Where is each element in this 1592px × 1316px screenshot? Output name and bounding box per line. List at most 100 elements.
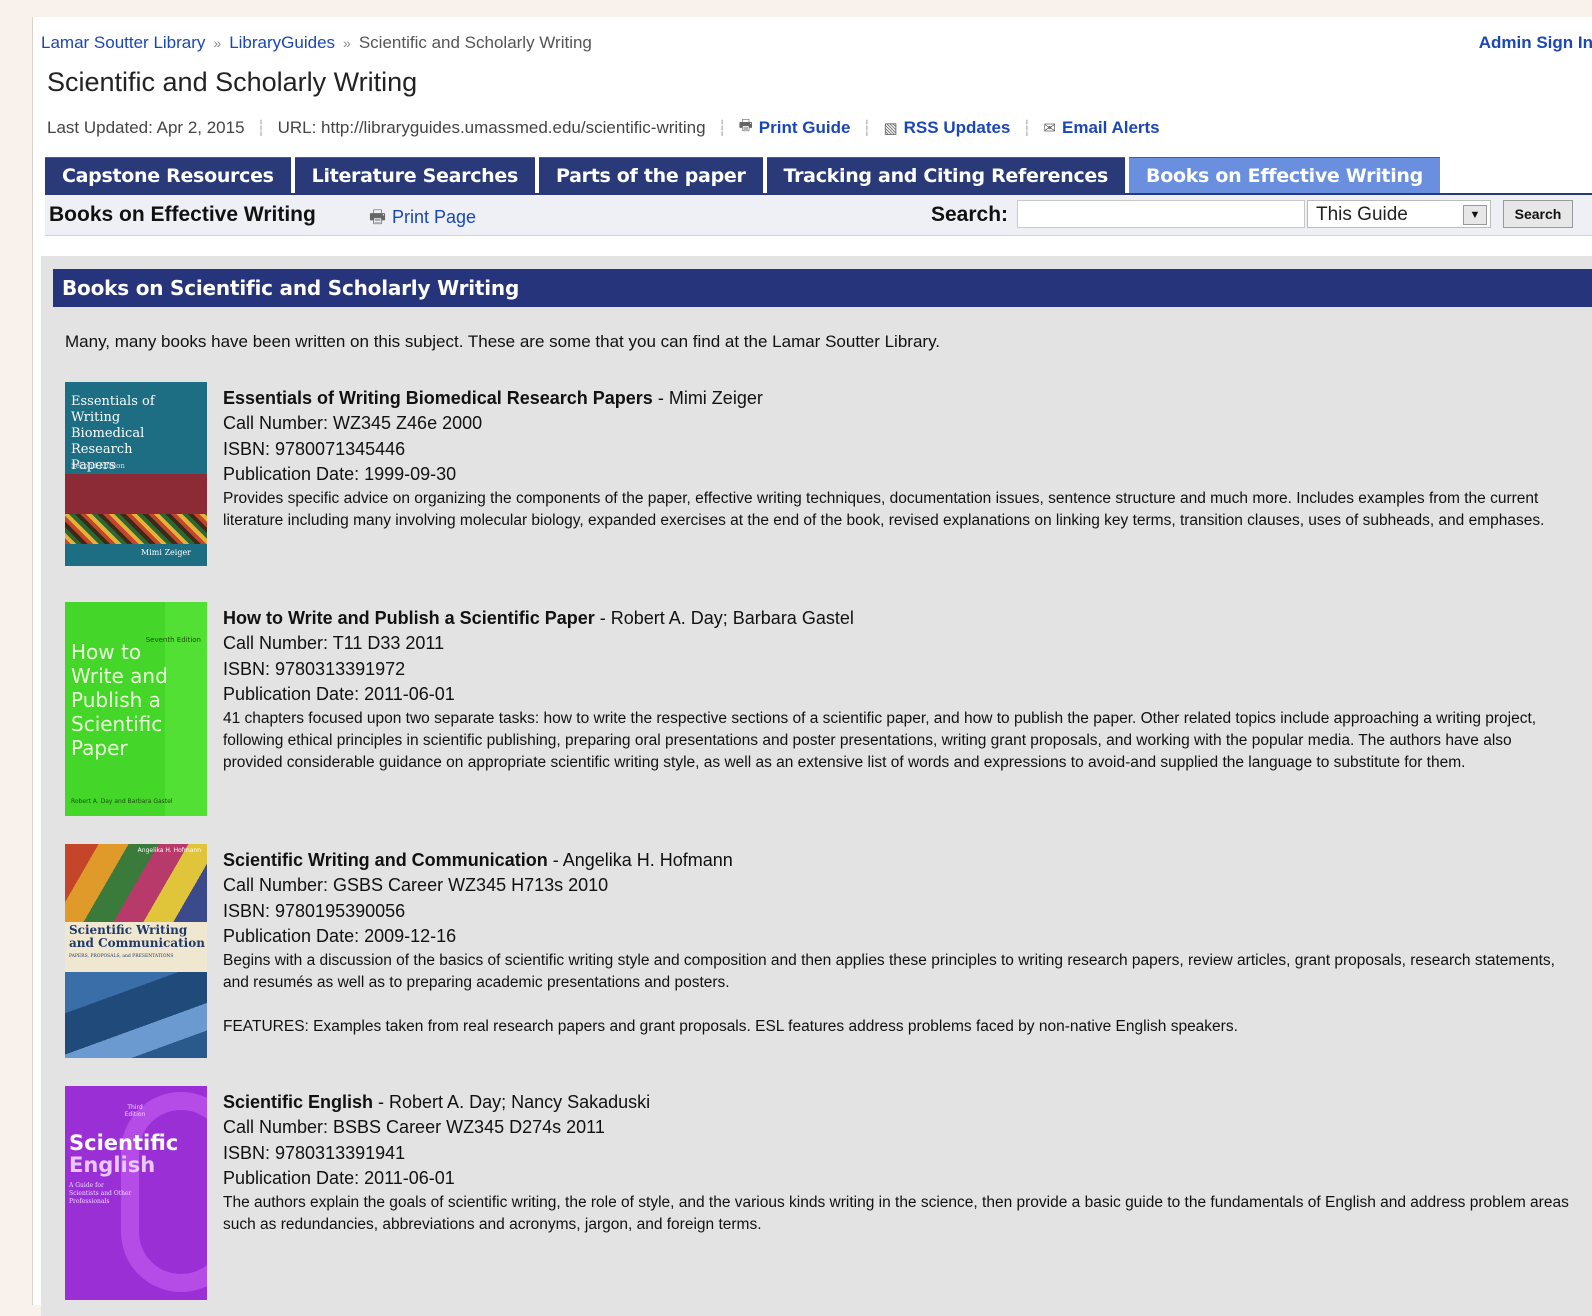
last-updated: Last Updated: Apr 2, 2015 [47,117,245,137]
search-scope-select[interactable]: This Guide ▼ [1307,200,1491,228]
tab-tracking-and-citing-references[interactable]: Tracking and Citing References [766,157,1126,194]
cover-title-line: English [69,1153,156,1177]
cover-title-line: Scientific [69,1131,179,1155]
book-title-line: Essentials of Writing Biomedical Researc… [223,386,1573,411]
book-item: Essentials of Writing Biomedical Researc… [65,382,1573,582]
book-description-paragraph: 41 chapters focused upon two separate ta… [223,709,1537,771]
guide-title: Scientific and Scholarly Writing [47,67,418,97]
cover-title-line: Scientific [71,712,163,736]
page-bar: Books on Effective Writing 🖶 Print Page S… [45,195,1592,236]
book-description-paragraph: Begins with a discussion of the basics o… [223,951,1555,991]
cover-title-line: Publish a [71,688,161,712]
book-isbn: ISBN: 9780313391941 [223,1142,406,1163]
cover-edition: Third Edition [124,1104,146,1118]
book-pub-date: Publication Date: 2011-06-01 [223,1168,455,1188]
book-author: - Mimi Zeiger [652,388,763,408]
tab-literature-searches[interactable]: Literature Searches [294,157,535,194]
content-box: Books on Scientific and Scholarly Writin… [41,256,1592,1316]
tab-parts-of-the-paper[interactable]: Parts of the paper [538,157,763,194]
cover-author: Angelika H. Hofmann [137,847,201,854]
book-pub-date: Publication Date: 2009-12-16 [223,926,457,946]
book-title-line: Scientific English - Robert A. Day; Nanc… [223,1090,1573,1115]
chevron-down-icon[interactable]: ▼ [1463,205,1487,225]
book-description: Provides specific advice on organizing t… [223,488,1573,532]
book-isbn: ISBN: 9780071345446 [223,438,406,459]
cover-subtitle: PAPERS, PROPOSALS, and PRESENTATIONS [69,954,174,959]
tab-books-on-effective-writing[interactable]: Books on Effective Writing [1129,157,1440,194]
divider: ┆ [862,119,872,137]
divider: ┆ [1022,119,1032,137]
print-page-label: Print Page [392,207,477,227]
print-guide-link[interactable]: Print Guide [759,118,851,138]
book-call-number: Call Number: GSBS Career WZ345 H713s 201… [223,875,609,895]
breadcrumb: Lamar Soutter Library » LibraryGuides » Scie… [41,33,592,53]
cover-title-line: Write and [71,664,168,688]
book-cover-image[interactable]: Seventh Edition How to Write and Publish… [65,602,207,816]
admin-sign-in-link[interactable]: Admin Sign In [1479,33,1592,53]
book-title-link[interactable]: Scientific Writing and Communication [223,850,548,870]
book-cover-image[interactable]: Essentials of Writing Biomedical Researc… [65,382,207,566]
cover-title-line: How to [71,640,142,664]
rss-icon: ▧ [883,119,898,137]
book-info: Essentials of Writing Biomedical Researc… [223,386,1573,554]
cover-title-line: Biomedical [71,426,145,441]
cover-title-line: Essentials of Writing [71,394,155,425]
page-title: Books on Effective Writing [49,203,316,226]
cover-edition: Second Edition [71,462,125,470]
box-header: Books on Scientific and Scholarly Writin… [53,269,1592,307]
cover-title-line: Paper [71,736,128,760]
book-description-paragraph: FEATURES: Examples taken from real resea… [223,1017,1238,1035]
search-input[interactable] [1017,200,1305,228]
breadcrumb-separator: » [343,35,351,51]
book-call-number: Call Number: BSBS Career WZ345 D274s 201… [223,1117,605,1137]
book-description-paragraph: The authors explain the goals of scienti… [223,1193,1569,1233]
guide-page: Lamar Soutter Library » LibraryGuides » Scie… [32,17,1592,1316]
book-info: Scientific Writing and Communication - A… [223,848,1573,1060]
book-author: - Angelika H. Hofmann [547,850,733,870]
book-cover-image[interactable]: Scientific Writing and Communication PAP… [65,844,207,1058]
book-isbn: ISBN: 9780195390056 [223,900,406,921]
book-call-number: Call Number: T11 D33 2011 [223,633,445,653]
printer-icon: 🖶 [738,117,753,134]
book-description: 41 chapters focused upon two separate ta… [223,708,1573,774]
email-alerts-link[interactable]: Email Alerts [1062,118,1160,138]
book-item: Scientific Writing and Communication PAP… [65,844,1573,1074]
email-icon: ✉ [1043,119,1056,137]
cover-subtitle: A Guide for Scientists and Other Profess… [69,1182,132,1205]
book-title-link[interactable]: Essentials of Writing Biomedical Researc… [223,388,653,408]
print-page-link[interactable]: 🖶 Print Page [369,205,476,235]
breadcrumb-library-link[interactable]: Lamar Soutter Library [41,33,205,52]
printer-icon: 🖶 [369,207,386,227]
rss-updates-link[interactable]: RSS Updates [904,118,1011,138]
book-title-link[interactable]: How to Write and Publish a Scientific Pa… [223,608,595,628]
book-info: How to Write and Publish a Scientific Pa… [223,606,1573,796]
book-info: Scientific English - Robert A. Day; Nanc… [223,1090,1573,1258]
search-button[interactable]: Search [1503,200,1573,228]
breadcrumb-separator: » [213,35,222,51]
cover-author: Mimi Zeiger [141,548,191,557]
book-call-number: Call Number: WZ345 Z46e 2000 [223,413,483,433]
book-item: Seventh Edition How to Write and Publish… [65,602,1573,832]
guide-tabs: Capstone Resources Literature Searches P… [45,157,1444,194]
box-intro: Many, many books have been written on th… [65,332,941,351]
book-isbn: ISBN: 9780313391972 [223,658,406,679]
breadcrumb-current: Scientific and Scholarly Writing [358,33,592,52]
book-item: Third Edition Scientific English A Guide… [65,1086,1573,1316]
cover-title-line: Research [71,442,133,457]
divider: ┆ [717,119,727,137]
search-label: Search: [931,203,1009,226]
book-description-paragraph: Provides specific advice on organizing t… [223,489,1545,529]
cover-title-line: and Communication [69,936,205,950]
breadcrumb-libraryguides-link[interactable]: LibraryGuides [229,33,335,52]
tab-capstone-resources[interactable]: Capstone Resources [45,157,291,194]
cover-author: Robert A. Day and Barbara Gastel [71,798,173,805]
book-cover-image[interactable]: Third Edition Scientific English A Guide… [65,1086,207,1300]
guide-meta-bar: Last Updated: Apr 2, 2015 ┆ URL: http://… [47,115,1160,140]
divider: ┆ [256,119,266,137]
book-title-link[interactable]: Scientific English [223,1092,373,1112]
guide-url: URL: http://libraryguides.umassmed.edu/s… [277,117,706,137]
book-pub-date: Publication Date: 1999-09-30 [223,464,457,484]
book-author: - Robert A. Day; Barbara Gastel [594,608,854,628]
book-pub-date: Publication Date: 2011-06-01 [223,684,455,704]
book-description: Begins with a discussion of the basics o… [223,950,1573,1038]
